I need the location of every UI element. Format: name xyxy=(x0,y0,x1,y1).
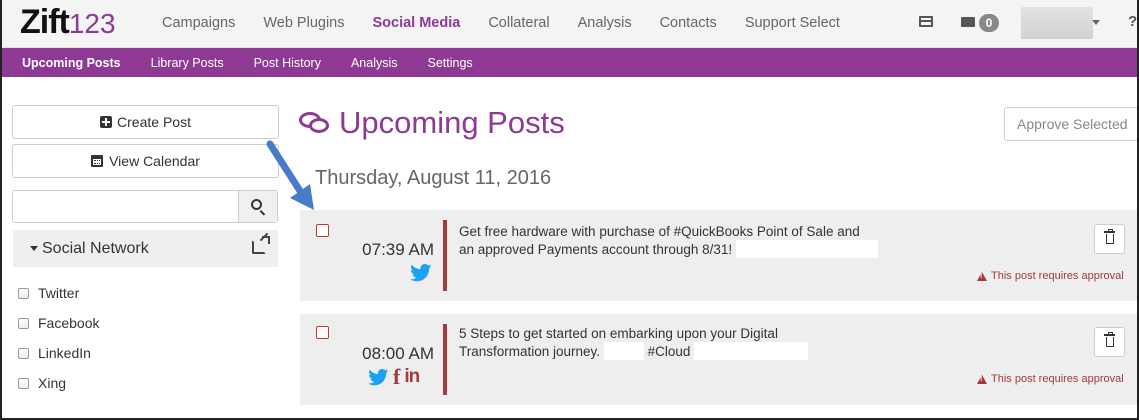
xing-filter-checkbox[interactable] xyxy=(18,377,29,389)
network-filter-twitter[interactable]: Twitter xyxy=(18,283,79,303)
post-status-bar xyxy=(443,324,447,395)
network-filter-label: Xing xyxy=(38,375,67,391)
twitter-filter-checkbox[interactable] xyxy=(18,287,29,299)
network-filter-linkedin[interactable]: LinkedIn xyxy=(18,343,91,363)
credit-card-icon[interactable] xyxy=(919,16,933,27)
subnav-upcoming-posts[interactable]: Upcoming Posts xyxy=(2,48,136,77)
user-menu-avatar[interactable] xyxy=(1021,7,1093,39)
page-header: Upcoming Posts xyxy=(299,103,565,143)
top-nav-menu: Campaigns Web Plugins Social Media Colla… xyxy=(148,0,854,48)
approval-warning-text: This post requires approval xyxy=(991,373,1124,385)
facebook-icon: f xyxy=(393,364,401,389)
subnav-library-posts[interactable]: Library Posts xyxy=(136,48,239,77)
envelope-icon[interactable] xyxy=(961,17,975,27)
nav-collateral[interactable]: Collateral xyxy=(474,0,563,48)
page-title: Upcoming Posts xyxy=(339,105,565,140)
twitter-icon xyxy=(368,368,389,385)
post-select-checkbox[interactable] xyxy=(316,224,329,237)
logo-text-number: 123 xyxy=(68,8,116,39)
post-networks: f in xyxy=(368,364,420,389)
social-network-label: Social Network xyxy=(42,239,149,257)
network-filter-facebook[interactable]: Facebook xyxy=(18,313,99,333)
post-time: 08:00 AM xyxy=(362,344,434,363)
warning-icon xyxy=(977,374,987,384)
redacted-text xyxy=(603,342,644,360)
nav-contacts[interactable]: Contacts xyxy=(646,0,731,48)
create-post-label: Create Post xyxy=(117,114,191,130)
approve-selected-button[interactable]: Approve Selected xyxy=(1004,107,1137,141)
social-network-filter-header[interactable]: Social Network xyxy=(13,230,278,267)
app-frame: Zift 123 Campaigns Web Plugins Social Me… xyxy=(0,0,1139,420)
subnav-settings[interactable]: Settings xyxy=(413,48,488,77)
post-select-checkbox[interactable] xyxy=(316,326,329,339)
trash-icon xyxy=(1104,332,1115,347)
linkedin-filter-checkbox[interactable] xyxy=(18,347,29,359)
redacted-text xyxy=(735,240,878,258)
post-networks xyxy=(410,263,432,283)
logo-text-main: Zift xyxy=(20,3,70,41)
view-calendar-label: View Calendar xyxy=(109,153,200,169)
search-icon xyxy=(251,199,262,210)
subnav-post-history[interactable]: Post History xyxy=(239,48,336,77)
annotation-arrow-icon xyxy=(266,140,314,210)
network-filter-label: Twitter xyxy=(38,285,80,301)
social-media-subnav: Upcoming Posts Library Posts Post Histor… xyxy=(2,48,1137,77)
redacted-text xyxy=(694,342,809,360)
approval-warning: This post requires approval xyxy=(977,373,1124,385)
search-input[interactable] xyxy=(13,191,239,222)
zift123-logo[interactable]: Zift 123 xyxy=(20,3,116,45)
date-heading: Thursday, August 11, 2016 xyxy=(315,167,552,189)
view-calendar-button[interactable]: View Calendar xyxy=(12,144,279,178)
calendar-icon xyxy=(91,155,104,167)
delete-post-button[interactable] xyxy=(1094,327,1125,357)
post-text-line: 5 Steps to get started on embarking upon… xyxy=(459,326,778,341)
post-status-bar xyxy=(443,220,447,291)
post-text: 5 Steps to get started on embarking upon… xyxy=(459,326,899,360)
network-filter-xing[interactable]: Xing xyxy=(18,373,66,393)
linkedin-icon: in xyxy=(404,366,420,387)
post-text-line: Get free hardware with purchase of #Quic… xyxy=(459,224,860,239)
nav-campaigns[interactable]: Campaigns xyxy=(148,0,249,48)
facebook-filter-checkbox[interactable] xyxy=(18,317,29,329)
delete-post-button[interactable] xyxy=(1094,224,1125,254)
network-filter-label: LinkedIn xyxy=(38,345,91,361)
post-search-box xyxy=(12,190,278,223)
warning-icon xyxy=(977,271,987,281)
post-text: Get free hardware with purchase of #Quic… xyxy=(459,224,899,258)
nav-web-plugins[interactable]: Web Plugins xyxy=(249,0,358,48)
approval-warning-text: This post requires approval xyxy=(991,270,1124,282)
caret-down-icon xyxy=(30,246,38,251)
post-time: 07:39 AM xyxy=(362,240,434,259)
post-hashtag: #Cloud xyxy=(647,344,691,359)
network-filter-label: Facebook xyxy=(38,315,100,331)
post-card: 07:39 AM Get free hardware with purchase… xyxy=(300,210,1137,301)
post-text-line: Transformation journey. xyxy=(459,344,601,359)
help-icon[interactable]: ? xyxy=(1128,13,1137,30)
subnav-analysis[interactable]: Analysis xyxy=(336,48,413,77)
comments-icon xyxy=(299,110,331,136)
approval-warning: This post requires approval xyxy=(977,270,1124,282)
message-count-badge[interactable]: 0 xyxy=(979,14,999,32)
trash-icon xyxy=(1104,229,1115,244)
nav-analysis[interactable]: Analysis xyxy=(564,0,646,48)
nav-support-select[interactable]: Support Select xyxy=(731,0,854,48)
user-menu-caret-icon[interactable] xyxy=(1092,20,1100,25)
nav-social-media[interactable]: Social Media xyxy=(358,0,474,48)
twitter-icon xyxy=(410,264,432,282)
post-text-line: an approved Payments account through 8/3… xyxy=(459,242,733,257)
external-link-icon[interactable] xyxy=(252,236,270,254)
create-post-button[interactable]: Create Post xyxy=(12,105,279,139)
plus-square-icon xyxy=(100,116,113,128)
top-navbar: Zift 123 Campaigns Web Plugins Social Me… xyxy=(2,0,1137,48)
post-card: 08:00 AM f in 5 Steps to get started on … xyxy=(300,314,1137,405)
